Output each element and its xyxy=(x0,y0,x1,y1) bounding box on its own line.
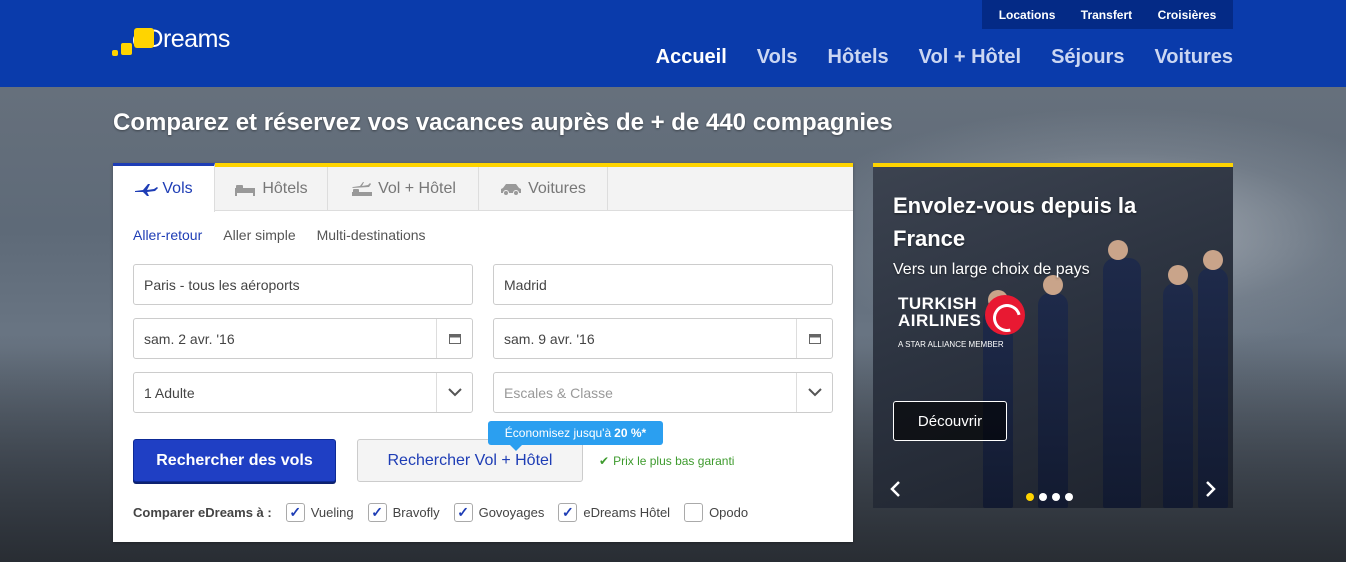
carousel-dot[interactable] xyxy=(1052,493,1060,501)
carousel-dot[interactable] xyxy=(1065,493,1073,501)
main-nav: Accueil Vols Hôtels Vol + Hôtel Séjours … xyxy=(656,46,1233,69)
destination-input[interactable]: Madrid xyxy=(493,264,833,305)
return-date-input[interactable]: sam. 9 avr. '16 xyxy=(493,318,833,359)
trip-type-one-way[interactable]: Aller simple xyxy=(223,227,295,243)
topnav-croisieres[interactable]: Croisières xyxy=(1158,8,1217,22)
tab-vol-hotel[interactable]: Vol + Hôtel xyxy=(328,167,479,211)
tab-hotels[interactable]: Hôtels xyxy=(215,167,328,211)
compare-site-label: Govoyages xyxy=(478,505,545,520)
savings-value: 20 %* xyxy=(614,426,647,440)
guarantee-text: Prix le plus bas garanti xyxy=(613,454,735,468)
edreams-logo[interactable]: eDreams xyxy=(112,25,230,60)
calendar-icon[interactable] xyxy=(796,319,832,358)
origin-input[interactable]: Paris - tous les aéroports xyxy=(133,264,473,305)
nav-hotels[interactable]: Hôtels xyxy=(828,46,889,69)
promo-subheading: Vers un large choix de pays xyxy=(893,261,1090,278)
class-placeholder: Escales & Classe xyxy=(504,384,613,401)
promo-carousel: Envolez-vous depuis la France Vers un la… xyxy=(873,163,1233,508)
car-icon xyxy=(500,182,522,196)
checkmark-icon: ✔ xyxy=(599,454,610,468)
tab-voitures[interactable]: Voitures xyxy=(479,167,608,211)
trip-type-round-trip[interactable]: Aller-retour xyxy=(133,227,202,243)
carousel-dot[interactable] xyxy=(1039,493,1047,501)
tab-label: Voitures xyxy=(528,180,586,197)
class-select[interactable]: Escales & Classe xyxy=(493,372,833,413)
promo-heading: Envolez-vous depuis la France xyxy=(893,193,1137,251)
flight-search-panel: Vols Hôtels Vol + Hôtel Voitures Aller-r… xyxy=(113,163,853,542)
search-flights-button[interactable]: Rechercher des vols xyxy=(133,439,336,482)
return-date-value: sam. 9 avr. '16 xyxy=(504,330,595,347)
chevron-down-icon[interactable] xyxy=(436,373,472,412)
crew-figure xyxy=(1198,250,1228,508)
nav-accueil[interactable]: Accueil xyxy=(656,46,727,69)
savings-badge: Économisez jusqu'à 20 %* xyxy=(488,421,663,451)
compare-bravofly[interactable]: ✓ Bravofly xyxy=(367,503,440,522)
nav-vol-hotel[interactable]: Vol + Hôtel xyxy=(919,46,1021,69)
chevron-right-icon[interactable] xyxy=(1205,479,1217,503)
passengers-value: 1 Adulte xyxy=(144,384,195,401)
compare-label: Comparer eDreams à : xyxy=(133,505,272,520)
checkbox-unchecked-icon[interactable] xyxy=(684,503,704,522)
site-header: eDreams Locations Transfert Croisières A… xyxy=(0,0,1346,87)
calendar-icon[interactable] xyxy=(436,319,472,358)
crew-figure xyxy=(1038,275,1068,508)
compare-vueling[interactable]: ✓ Vueling xyxy=(285,503,354,522)
nav-voitures[interactable]: Voitures xyxy=(1154,46,1233,69)
search-tabs: Vols Hôtels Vol + Hôtel Voitures xyxy=(113,163,853,212)
destination-value: Madrid xyxy=(504,276,547,293)
bed-icon xyxy=(234,182,256,196)
compare-site-label: Bravofly xyxy=(392,505,440,520)
turkish-airlines-logo: TURKISH AIRLINES A STAR ALLIANCE MEMBER xyxy=(898,295,1038,351)
compare-site-label: eDreams Hôtel xyxy=(583,505,671,520)
tab-vols[interactable]: Vols xyxy=(113,163,215,212)
tab-label: Hôtels xyxy=(262,180,308,197)
topnav-locations[interactable]: Locations xyxy=(999,8,1056,22)
compare-edreams-hotel[interactable]: ✓ eDreams Hôtel xyxy=(558,503,670,522)
plane-icon xyxy=(134,182,159,196)
compare-opodo[interactable]: Opodo xyxy=(684,503,748,522)
checkbox-checked-icon[interactable]: ✓ xyxy=(558,503,578,522)
compare-site-label: Opodo xyxy=(709,505,749,520)
price-guarantee: ✔ Prix le plus bas garanti xyxy=(599,454,734,468)
discover-button[interactable]: Découvrir xyxy=(893,401,1007,441)
carousel-dots xyxy=(1026,493,1073,501)
star-alliance-text: A STAR ALLIANCE MEMBER xyxy=(898,340,1004,349)
chevron-down-icon[interactable] xyxy=(796,373,832,412)
crew-figure xyxy=(1163,265,1193,508)
compare-govoyages[interactable]: ✓ Govoyages xyxy=(453,503,545,522)
compare-sites: Comparer eDreams à : ✓ Vueling ✓ Bravofl… xyxy=(133,503,762,522)
checkbox-checked-icon[interactable]: ✓ xyxy=(367,503,387,522)
tab-label: Vol + Hôtel xyxy=(378,180,456,197)
tab-label: Vols xyxy=(162,180,193,197)
logo-mark xyxy=(112,26,156,60)
crew-figure xyxy=(1103,240,1141,508)
plane-bed-icon xyxy=(350,182,373,196)
top-utility-nav: Locations Transfert Croisières xyxy=(982,0,1233,29)
checkbox-checked-icon[interactable]: ✓ xyxy=(285,503,305,522)
savings-text: Économisez jusqu'à xyxy=(504,426,612,440)
carousel-dot[interactable] xyxy=(1026,493,1034,501)
chevron-left-icon[interactable] xyxy=(889,479,901,503)
depart-date-input[interactable]: sam. 2 avr. '16 xyxy=(133,318,473,359)
trip-type-multi-city[interactable]: Multi-destinations xyxy=(317,227,426,243)
search-flight-hotel-button[interactable]: Rechercher Vol + Hôtel xyxy=(357,439,583,482)
airline-emblem-icon xyxy=(985,295,1025,335)
checkbox-checked-icon[interactable]: ✓ xyxy=(453,503,473,522)
topnav-transfert[interactable]: Transfert xyxy=(1081,8,1132,22)
depart-date-value: sam. 2 avr. '16 xyxy=(144,330,235,347)
passengers-select[interactable]: 1 Adulte xyxy=(133,372,473,413)
nav-vols[interactable]: Vols xyxy=(757,46,798,69)
compare-site-label: Vueling xyxy=(310,505,354,520)
nav-sejours[interactable]: Séjours xyxy=(1051,46,1124,69)
origin-value: Paris - tous les aéroports xyxy=(144,276,300,293)
trip-type-selector: Aller-retour Aller simple Multi-destinat… xyxy=(133,227,426,243)
hero-title: Comparez et réservez vos vacances auprès… xyxy=(113,109,893,136)
